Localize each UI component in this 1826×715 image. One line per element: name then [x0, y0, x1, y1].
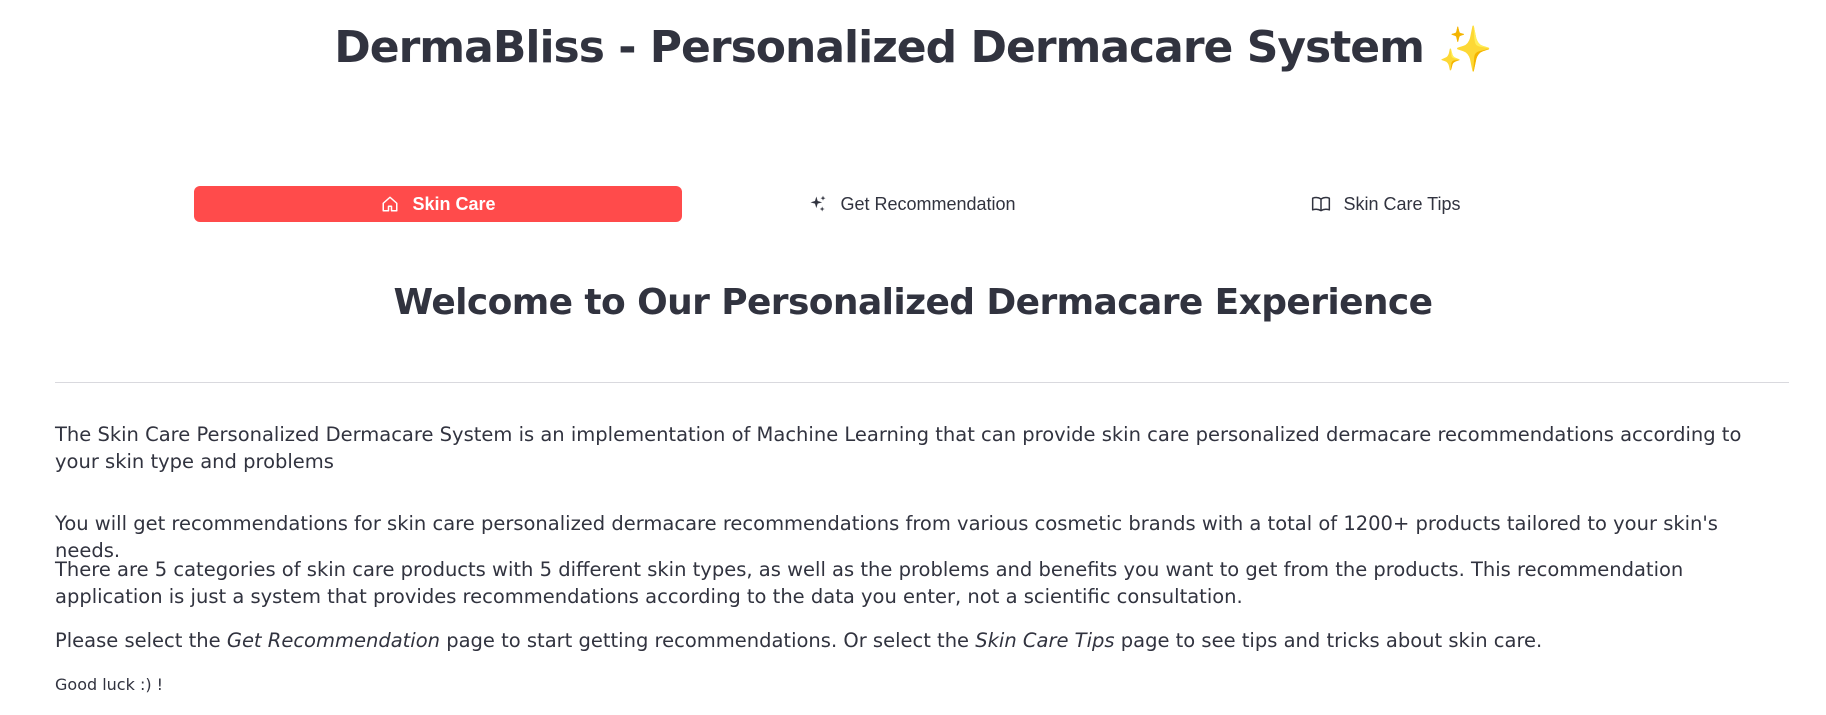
tab-get-recommendation[interactable]: Get Recommendation	[668, 186, 1156, 222]
tab-skin-care-tips[interactable]: Skin Care Tips	[1142, 186, 1630, 222]
app-title-text: DermaBliss - Personalized Dermacare Syst…	[334, 22, 1425, 73]
tab-skin-care-tips-label: Skin Care Tips	[1343, 193, 1461, 214]
welcome-heading: Welcome to Our Personalized Dermacare Ex…	[393, 282, 1434, 323]
nav-menu: Skin Care Get Recommendation Skin Care T…	[194, 186, 1630, 222]
text-segment: page to start getting recommendations. O…	[440, 629, 976, 652]
tab-skin-care[interactable]: Skin Care	[194, 186, 682, 222]
instructions-paragraph: Please select the Get Recommendation pag…	[55, 627, 1789, 654]
page: DermaBliss - Personalized Dermacare Syst…	[0, 0, 1826, 715]
paragraph-text: The Skin Care Personalized Dermacare Sys…	[55, 423, 1742, 473]
sparkles-icon: ✨	[1437, 24, 1493, 75]
paragraph-text: There are 5 categories of skin care prod…	[55, 558, 1684, 608]
skin-care-tips-reference: Skin Care Tips	[975, 629, 1115, 652]
text-segment: Please select the	[55, 629, 227, 652]
sparkles-icon	[808, 194, 828, 214]
get-recommendation-reference: Get Recommendation	[226, 629, 441, 652]
home-icon	[380, 194, 400, 214]
text-segment: page to see tips and tricks about skin c…	[1114, 629, 1543, 652]
categories-paragraph: There are 5 categories of skin care prod…	[55, 556, 1789, 610]
closing-text: Good luck :) !	[55, 674, 1789, 696]
tab-skin-care-label: Skin Care	[412, 193, 496, 214]
tab-get-recommendation-label: Get Recommendation	[840, 193, 1016, 214]
paragraph-text: Please select the Get Recommendation pag…	[55, 627, 1789, 654]
divider	[55, 382, 1789, 383]
book-icon	[1311, 194, 1331, 214]
app-title: DermaBliss - Personalized Dermacare Syst…	[0, 22, 1826, 75]
closing-message: Good luck :) !	[55, 675, 164, 694]
intro-paragraph: The Skin Care Personalized Dermacare Sys…	[55, 421, 1789, 475]
